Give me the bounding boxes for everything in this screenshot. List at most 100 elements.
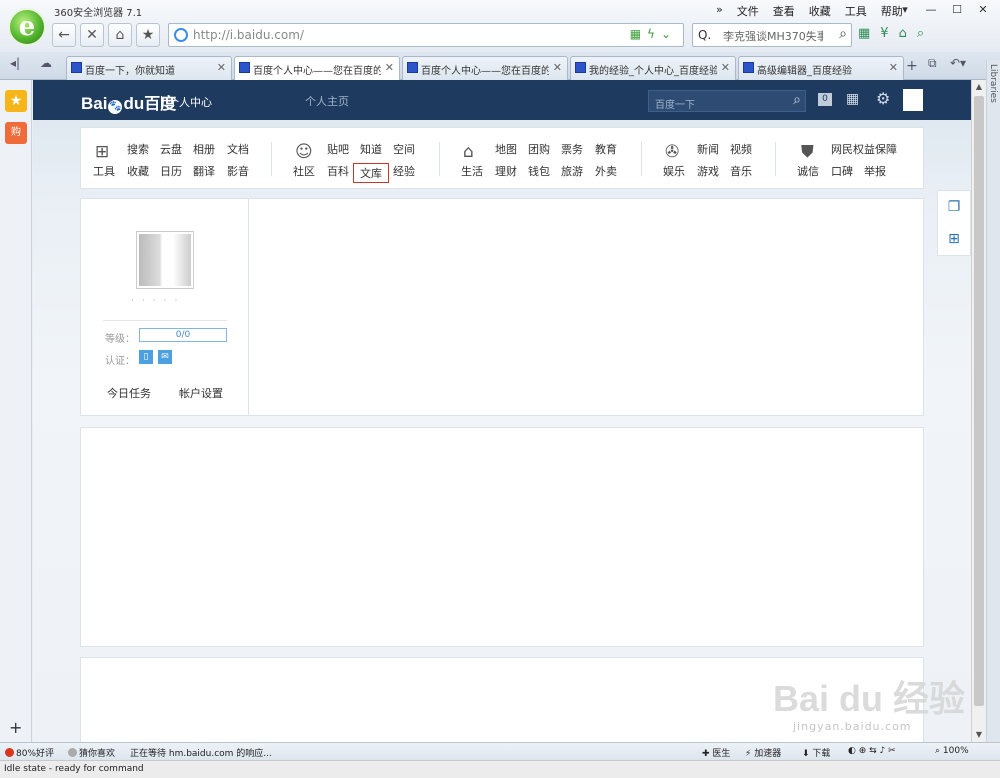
close-window-button[interactable]: ✕ [972, 2, 994, 18]
feedback-chat-icon[interactable]: ❐ [938, 191, 970, 223]
username[interactable]: ····· [131, 296, 185, 306]
tab-close-icon[interactable]: ✕ [385, 61, 394, 74]
favorites-star-icon[interactable]: ★ [5, 90, 27, 112]
money-icon[interactable]: ¥ [880, 26, 888, 41]
tab-personal-center-active[interactable]: 百度个人中心——您在百度的 ✕ [234, 56, 400, 80]
nav-link[interactable]: 空间 [393, 141, 415, 157]
tab-advanced-editor[interactable]: 高级编辑器_百度经验 ✕ [738, 56, 904, 80]
menu-view[interactable]: 查看 [773, 3, 795, 19]
stop-button[interactable]: ✕ [80, 23, 104, 47]
maximize-button[interactable]: ☐ [946, 2, 968, 18]
account-settings-link[interactable]: 帐户设置 [179, 385, 223, 401]
nav-link[interactable]: 旅游 [561, 163, 583, 179]
nav-link[interactable]: 搜索 [127, 141, 149, 157]
vertical-scrollbar[interactable]: ▲ ▼ [971, 80, 985, 742]
gamepad-icon[interactable]: ⌂ [899, 26, 907, 41]
new-tab-button[interactable]: + [906, 58, 918, 74]
nav-link[interactable]: 理财 [495, 163, 517, 179]
tab-personal-center[interactable]: 百度个人中心——您在百度的 ✕ [402, 56, 568, 80]
menu-favorites[interactable]: 收藏 [809, 3, 831, 19]
skin-icon[interactable]: ▾ [894, 2, 916, 18]
scroll-up-icon[interactable]: ▲ [972, 80, 986, 94]
apps-grid-icon[interactable]: ⊞ [938, 223, 970, 255]
search-icon[interactable]: ⌕ [793, 92, 801, 108]
nav-link[interactable]: 新闻 [697, 141, 719, 157]
nav-group-label[interactable]: 生活 [461, 163, 483, 179]
tab-my-experience[interactable]: 我的经验_个人中心_百度经验 ✕ [570, 56, 736, 80]
nav-group-label[interactable]: 诚信 [797, 163, 819, 179]
menu-file[interactable]: 文件 [737, 3, 759, 19]
nav-link[interactable]: 文档 [227, 141, 249, 157]
calendar-icon[interactable]: ▦ [846, 91, 859, 107]
nav-link[interactable]: 云盘 [160, 141, 182, 157]
back-button[interactable]: ← [52, 23, 76, 47]
baidu-search-input[interactable]: 百度一下 ⌕ [648, 90, 806, 112]
nav-link[interactable]: 网民权益保障 [831, 141, 897, 157]
search-icon[interactable]: ⌕ [839, 26, 847, 42]
guess-like-status[interactable]: 猜你喜欢 [68, 746, 115, 759]
today-tasks-link[interactable]: 今日任务 [107, 385, 151, 401]
download-status[interactable]: ⬇ 下载 [802, 746, 830, 759]
libraries-panel[interactable]: Libraries [986, 60, 1000, 750]
nav-link[interactable]: 举报 [864, 163, 886, 179]
nav-link[interactable]: 票务 [561, 141, 583, 157]
scroll-thumb[interactable] [974, 96, 984, 706]
nav-link[interactable]: 日历 [160, 163, 182, 179]
doctor-status[interactable]: ✚ 医生 [702, 746, 730, 759]
address-bar[interactable]: http://i.baidu.com/ ▦ϟ⌄ [168, 23, 684, 47]
gear-icon[interactable]: ⚙ [876, 89, 890, 108]
nav-group-label[interactable]: 社区 [293, 163, 315, 179]
minimize-button[interactable]: — [920, 2, 942, 18]
status-tools-icon[interactable]: ◐ ⊕ ⇆ ♪ ✂ [848, 746, 896, 756]
scroll-down-icon[interactable]: ▼ [972, 728, 986, 742]
search-engine-icon[interactable]: Q. [698, 28, 711, 42]
nav-link[interactable]: 翻译 [193, 163, 215, 179]
address-tools-icon[interactable]: ▦ϟ⌄ [630, 27, 677, 41]
browser-logo-icon[interactable]: e [8, 8, 46, 46]
nav-link[interactable]: 外卖 [595, 163, 617, 179]
home-button[interactable]: ⌂ [108, 23, 132, 47]
nav-group-label[interactable]: 工具 [93, 163, 115, 179]
nav-link[interactable]: 音乐 [730, 163, 752, 179]
nav-link[interactable]: 钱包 [528, 163, 550, 179]
restore-tab-icon[interactable]: ⧉ [928, 56, 937, 71]
nav-link[interactable]: 团购 [528, 141, 550, 157]
favorite-star-button[interactable]: ★ [136, 23, 160, 47]
tab-baidu-search[interactable]: 百度一下，你就知道 ✕ [66, 56, 232, 80]
nav-link[interactable]: 影音 [227, 163, 249, 179]
message-count-badge[interactable]: 0 [818, 93, 832, 106]
nav-link[interactable]: 百科 [327, 163, 349, 179]
shopping-bag-icon[interactable]: 购 [5, 122, 27, 144]
nav-link[interactable]: 游戏 [697, 163, 719, 179]
nav-link[interactable]: 口碑 [831, 163, 853, 179]
user-avatar[interactable] [903, 89, 923, 111]
nav-link[interactable]: 贴吧 [327, 141, 349, 157]
nav-link[interactable]: 收藏 [127, 163, 149, 179]
profile-avatar[interactable] [136, 231, 194, 289]
nav-link[interactable]: 知道 [360, 141, 382, 157]
menu-tools[interactable]: 工具 [845, 3, 867, 19]
tab-close-icon[interactable]: ✕ [721, 61, 730, 74]
sidebar-toggle-icon[interactable]: ◂| [10, 56, 20, 70]
email-verify-icon[interactable]: ✉ [158, 350, 172, 364]
accelerator-status[interactable]: ⚡ 加速器 [745, 746, 781, 759]
tab-close-icon[interactable]: ✕ [889, 61, 898, 74]
nav-link[interactable]: 教育 [595, 141, 617, 157]
personal-homepage-link[interactable]: 个人主页 [305, 93, 349, 109]
undo-close-icon[interactable]: ↶▾ [950, 56, 966, 70]
nav-link[interactable]: 地图 [495, 141, 517, 157]
nav-link[interactable]: 经验 [393, 163, 415, 179]
apps-grid-icon[interactable]: ▦ [858, 26, 870, 41]
nav-group-label[interactable]: 娱乐 [663, 163, 685, 179]
tab-close-icon[interactable]: ✕ [553, 61, 562, 74]
add-sidebar-icon[interactable]: + [9, 718, 22, 737]
nav-link-wenku-highlighted[interactable]: 文库 [353, 163, 389, 183]
nav-link[interactable]: 视频 [730, 141, 752, 157]
tab-close-icon[interactable]: ✕ [217, 61, 226, 74]
browser-search-box[interactable]: Q. 李克强谈MH370失事 ⌕ [692, 23, 852, 47]
menu-more[interactable]: » [716, 3, 723, 19]
cloud-icon[interactable]: ☁ [40, 56, 52, 70]
zoom-status[interactable]: ⌕ 100% [935, 746, 969, 756]
phone-verify-icon[interactable]: ▯ [139, 350, 153, 364]
nav-link[interactable]: 相册 [193, 141, 215, 157]
